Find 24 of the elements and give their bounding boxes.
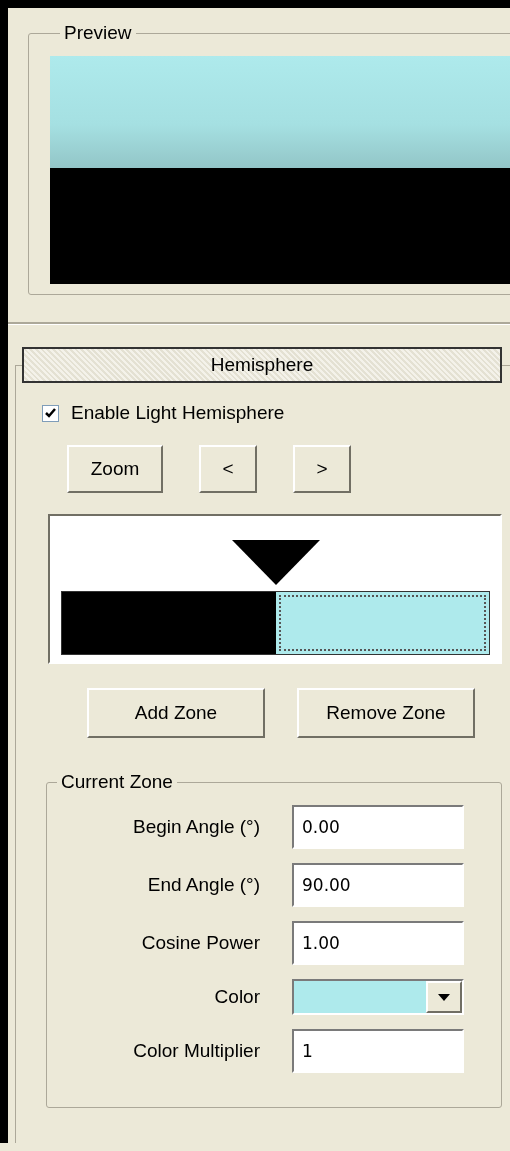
rollout-header[interactable]: Hemisphere [22,347,502,383]
field-label: Color [213,986,261,1008]
input-field[interactable]: 0.00 [292,805,464,849]
field-label: Color Multiplier [132,1040,261,1062]
zone-segment[interactable] [275,592,489,654]
input-field[interactable]: 1.00 [292,921,464,965]
zoom-button[interactable]: Zoom [67,445,163,493]
input-field[interactable]: 90.00 [292,863,464,907]
add-zone-button[interactable]: Add Zone [87,688,265,738]
group-title: Preview [63,22,133,44]
field-label: Begin Angle (°) [132,816,261,838]
color-dropdown[interactable] [292,979,464,1015]
next-button[interactable]: > [293,445,351,493]
field-label: Cosine Power [140,932,261,954]
group-title: Current Zone [60,771,174,793]
remove-zone-button[interactable]: Remove Zone [297,688,475,738]
input-field[interactable]: 1 [292,1029,464,1073]
dropdown-button[interactable] [426,981,462,1013]
pointer-icon[interactable] [231,540,320,585]
previous-button[interactable]: < [199,445,257,493]
field-label: End Angle (°) [146,874,261,896]
checkbox[interactable] [42,404,59,422]
checkbox-label: Enable Light Hemisphere [71,402,285,424]
caret-icon [438,993,450,1001]
